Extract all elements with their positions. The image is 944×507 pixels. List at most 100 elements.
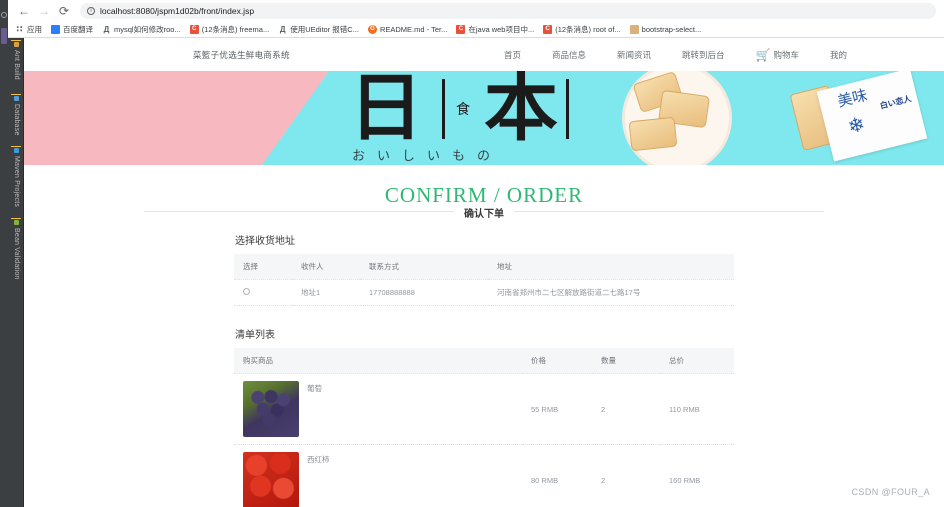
- product-name: 西红柿: [307, 455, 330, 464]
- table-row[interactable]: 地址1 17708888888 河南省郑州市二七区解放路街道二七路17号: [234, 279, 734, 306]
- forward-icon: →: [38, 3, 50, 18]
- bookmark-item[interactable]: ∷ 应用: [15, 24, 42, 35]
- snowflake-icon: ❄: [845, 113, 868, 139]
- column-qty: 数量: [592, 348, 660, 374]
- cookie-package-image: 美味 ❄ 白い恋人: [816, 71, 928, 162]
- bookmark-item[interactable]: C 在java web项目中...: [456, 24, 534, 35]
- banner-subtitle: おいしいもの: [352, 148, 503, 163]
- promo-banner[interactable]: 日 食 本 おいしいもの 美味 ❄ 白い恋人: [24, 71, 944, 165]
- nav-item-news[interactable]: 新闻资讯: [617, 49, 651, 61]
- ide-tool-window-bar: Ant Build Database Maven Projects Bean V…: [8, 0, 24, 507]
- bookmark-item[interactable]: C (12条消息) freema...: [189, 24, 270, 35]
- nav-item-home[interactable]: 首页: [504, 49, 521, 61]
- screenshot-root: Ant Build Database Maven Projects Bean V…: [0, 0, 944, 507]
- nav-label: 首页: [504, 49, 522, 60]
- product-qty: 2: [592, 373, 660, 445]
- bookmark-item[interactable]: Д 使用UEditor 报错C...: [278, 24, 359, 35]
- watermark: CSDN @FOUR_A: [851, 487, 930, 497]
- reload-icon: ⟳: [58, 3, 70, 18]
- nav-item-cart[interactable]: 🛒 购物车: [756, 49, 799, 61]
- banner-divider: [442, 79, 445, 139]
- back-button[interactable]: ←: [14, 1, 34, 21]
- browser-toolbar: ← → ⟳ i localhost:8080/jspm1d02b/front/i…: [8, 0, 944, 21]
- bookmark-item[interactable]: C (12条消息) root of...: [543, 24, 621, 35]
- banner-kanji-left: 日: [349, 71, 423, 151]
- ide-separator: [11, 40, 21, 41]
- search-icon[interactable]: [1, 12, 7, 18]
- site-brand: 菜籃子优选生鲜电商系统: [193, 49, 290, 60]
- ide-tab-maven-projects[interactable]: Maven Projects: [8, 148, 24, 207]
- ide-separator: [11, 146, 21, 147]
- bookmark-item[interactable]: G README.md - Ter...: [367, 25, 448, 34]
- page-subtitle: 确认下单: [454, 205, 514, 220]
- column-product: 购买商品: [234, 348, 522, 374]
- web-page: 菜籃子优选生鲜电商系统 首页 商品信息 新闻资讯 跳转到后台 🛒 购物车 我的 …: [24, 38, 944, 507]
- shopping-cart-icon: 🛒: [755, 47, 771, 62]
- database-icon: [13, 96, 19, 101]
- ide-tab-database[interactable]: Database: [8, 96, 24, 136]
- order-content: CONFIRM / ORDER 确认下单 选择收货地址 选择 收件人 联系方式 …: [24, 165, 944, 507]
- nav-item-mine[interactable]: 我的: [830, 49, 847, 61]
- column-phone: 联系方式: [360, 254, 488, 280]
- address-text: 河南省郑州市二七区解放路街道二七路17号: [488, 279, 734, 306]
- nav-item-products[interactable]: 商品信息: [552, 49, 586, 61]
- site-info-icon[interactable]: i: [87, 6, 95, 15]
- nav-label: 我的: [830, 49, 848, 60]
- banner-kanji-mid: 食: [456, 101, 470, 117]
- bookmark-item[interactable]: 百度翻译: [51, 24, 93, 35]
- bookmark-label: README.md - Ter...: [379, 25, 448, 34]
- product-name: 葡萄: [307, 384, 322, 393]
- bookmark-label: mysql如何修改roo...: [114, 25, 181, 34]
- banner-pink-panel: [24, 71, 329, 165]
- ide-left-rail: [0, 0, 8, 507]
- nav-item-admin[interactable]: 跳转到后台: [682, 49, 725, 61]
- product-cell: 葡萄: [234, 373, 522, 445]
- bookmark-item[interactable]: Д mysql如何修改roo...: [102, 24, 181, 35]
- bookmarks-bar: ∷ 应用 百度翻译 Д mysql如何修改roo... C (12条消息) fr…: [8, 21, 944, 38]
- nav-label: 商品信息: [552, 49, 587, 60]
- site-nav: 首页 商品信息 新闻资讯 跳转到后台 🛒 购物车 我的: [504, 49, 847, 61]
- site-header: 菜籃子优选生鲜电商系统 首页 商品信息 新闻资讯 跳转到后台 🛒 购物车 我的: [24, 38, 944, 71]
- product-price: 80 RMB: [522, 444, 592, 507]
- column-price: 价格: [522, 348, 592, 374]
- project-chip-icon[interactable]: [1, 28, 7, 44]
- ant-build-icon: [13, 42, 19, 47]
- address-section-label: 选择收货地址: [235, 236, 295, 247]
- table-row[interactable]: 西红柿 80 RMB 2 160 RMB: [234, 444, 734, 507]
- column-subtotal: 总价: [660, 348, 734, 374]
- bookmark-label: (12条消息) root of...: [555, 25, 621, 34]
- bookmark-item[interactable]: bootstrap-select...: [629, 25, 702, 34]
- address-bar[interactable]: i localhost:8080/jspm1d02b/front/index.j…: [80, 2, 936, 19]
- browser-chrome: ← → ⟳ i localhost:8080/jspm1d02b/front/i…: [8, 0, 944, 38]
- bean-validation-icon: [13, 220, 19, 225]
- ide-tab-label: Ant Build: [13, 50, 20, 80]
- order-items-table: 购买商品 价格 数量 总价 葡萄 55 RMB 2 110 RMB 西红柿 80…: [234, 348, 734, 507]
- banner-kanji-right: 本: [484, 71, 558, 151]
- address-select-cell[interactable]: [234, 279, 292, 306]
- address-phone: 17708888888: [360, 279, 488, 306]
- bookmark-label: (12条消息) freema...: [201, 25, 270, 34]
- address-bar-url: localhost:8080/jspm1d02b/front/index.jsp: [100, 5, 255, 16]
- table-row[interactable]: 葡萄 55 RMB 2 110 RMB: [234, 373, 734, 445]
- banner-divider: [566, 79, 569, 139]
- list-section-label: 清单列表: [235, 330, 275, 341]
- product-qty: 2: [592, 444, 660, 507]
- reload-button[interactable]: ⟳: [54, 1, 74, 21]
- grapes-thumbnail: [243, 381, 299, 437]
- bookmark-label: 使用UEditor 报错C...: [290, 25, 359, 34]
- package-kanji: 美味: [835, 86, 870, 111]
- bookmark-label: bootstrap-select...: [641, 25, 702, 34]
- bookmark-label: 在java web项目中...: [468, 25, 535, 34]
- forward-button[interactable]: →: [34, 1, 54, 21]
- ide-tab-ant-build[interactable]: Ant Build: [8, 42, 24, 80]
- script-icon: Д: [279, 25, 286, 34]
- baidu-icon: [51, 25, 60, 34]
- column-address: 地址: [488, 254, 734, 280]
- apps-grid-icon: ∷: [16, 24, 23, 34]
- csdn-icon: C: [456, 25, 466, 34]
- ide-tab-bean-validation[interactable]: Bean Validation: [8, 220, 24, 280]
- address-radio[interactable]: [243, 288, 250, 295]
- order-items-section: 清单列表 购买商品 价格 数量 总价 葡萄 55 RMB 2 110 RMB 西…: [234, 326, 734, 507]
- nav-label: 购物车: [773, 49, 800, 60]
- ide-tab-label: Database: [13, 104, 20, 136]
